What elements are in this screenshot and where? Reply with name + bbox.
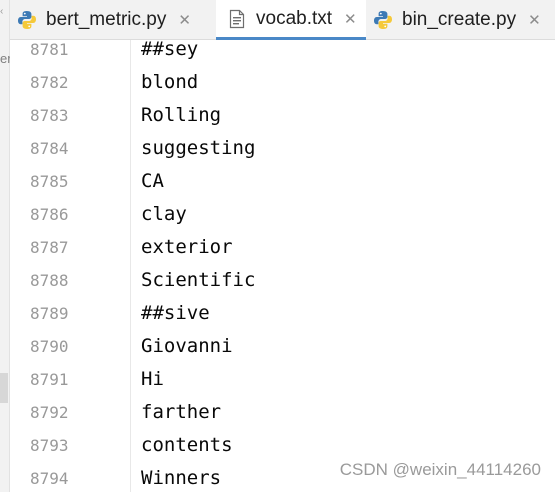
tab-bin-create[interactable]: bin_create.py ✕ xyxy=(372,0,555,40)
line-number: 8783 xyxy=(30,106,69,125)
editor-tab-bar: bert_metric.py ✕ vocab.txt ✕ bin_create.… xyxy=(10,0,555,40)
tab-bert-metric[interactable]: bert_metric.py ✕ xyxy=(16,0,216,40)
code-line[interactable]: ##sey xyxy=(141,40,198,66)
line-number: 8784 xyxy=(30,139,69,158)
python-file-icon xyxy=(374,11,392,29)
tab-label: bert_metric.py xyxy=(46,9,167,30)
code-line[interactable]: ##sive xyxy=(141,297,210,330)
panel-collapse-mark: ‹ xyxy=(0,6,4,17)
code-line[interactable]: blond xyxy=(141,66,198,99)
code-line[interactable]: farther xyxy=(141,396,221,429)
code-line[interactable]: contents xyxy=(141,429,233,462)
line-number: 8792 xyxy=(30,403,69,422)
code-line[interactable]: Hi xyxy=(141,363,164,396)
close-icon[interactable]: ✕ xyxy=(344,11,357,27)
line-number: 8781 xyxy=(30,40,69,59)
python-file-icon xyxy=(18,11,36,29)
project-panel-scrollbar[interactable] xyxy=(0,373,8,403)
tab-label: vocab.txt xyxy=(256,7,333,29)
line-number: 8785 xyxy=(30,172,69,191)
line-number: 8791 xyxy=(30,370,69,389)
line-number: 8793 xyxy=(30,436,69,455)
line-number: 8789 xyxy=(30,304,69,323)
code-line[interactable]: suggesting xyxy=(141,132,255,165)
code-line[interactable]: Rolling xyxy=(141,99,221,132)
line-number: 8782 xyxy=(30,73,69,92)
code-line[interactable]: Giovanni xyxy=(141,330,233,363)
code-line[interactable]: exterior xyxy=(141,231,233,264)
watermark-text: CSDN @weixin_44114260 xyxy=(339,460,541,479)
tab-label: bin_create.py xyxy=(402,9,517,30)
close-icon[interactable]: ✕ xyxy=(178,12,191,28)
line-number: 8788 xyxy=(30,271,69,290)
tab-vocab[interactable]: vocab.txt ✕ xyxy=(216,0,366,40)
code-line[interactable]: Winners xyxy=(141,462,221,492)
line-number: 8787 xyxy=(30,238,69,257)
code-line[interactable]: clay xyxy=(141,198,187,231)
line-number-gutter[interactable]: 8781 8782 8783 8784 8785 8786 8787 8788 … xyxy=(10,40,131,492)
project-panel-edge: ‹ er xyxy=(0,0,12,492)
line-number: 8786 xyxy=(30,205,69,224)
close-icon[interactable]: ✕ xyxy=(528,12,541,28)
text-file-icon xyxy=(229,9,245,28)
code-line[interactable]: Scientific xyxy=(141,264,255,297)
code-line[interactable]: CA xyxy=(141,165,164,198)
text-editor[interactable]: ##sey blond Rolling suggesting CA clay e… xyxy=(131,40,555,492)
line-number: 8790 xyxy=(30,337,69,356)
line-number: 8794 xyxy=(30,469,69,488)
